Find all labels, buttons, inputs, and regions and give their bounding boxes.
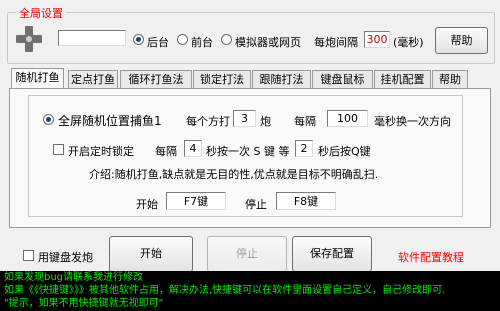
every-input[interactable]: 100 (327, 110, 368, 127)
tutorial-link[interactable]: 软件配置教程 (398, 249, 464, 265)
mode-label-foreground: 前台 (191, 36, 213, 49)
lock-wait-input[interactable]: 2 (295, 140, 313, 157)
timed-lock-label: 开启定时锁定 (68, 145, 134, 158)
info-log-panel: 如果发现bug请联系我进行修改 如果《《快捷键》》》被其他软件占用，解决办法,快… (0, 271, 500, 311)
tab-random-fishing[interactable]: 随机打鱼 (11, 68, 64, 89)
every-label: 每隔 (294, 115, 316, 128)
save-config-button[interactable]: 保存配置 (292, 236, 372, 272)
per-aim-label: 每个方打 (186, 115, 230, 128)
timed-lock-checkbox[interactable] (53, 144, 64, 155)
start-hotkey-label: 开始 (136, 198, 158, 211)
help-button[interactable]: 帮助 (435, 27, 488, 54)
interval-label: 每炮间隔 (314, 36, 358, 49)
fullscreen-random-label: 全屏随机位置捕鱼1 (58, 114, 162, 128)
log-line-3: "提示，如果不用快捷键就无视即可" (4, 298, 164, 309)
mode-label-background: 后台 (147, 36, 169, 49)
lock-every-input[interactable]: 4 (184, 140, 202, 157)
dpad-icon (16, 26, 42, 52)
keyboard-fire-checkbox[interactable] (23, 250, 34, 261)
hotkey-input[interactable] (58, 30, 126, 46)
log-line-1: 如果发现bug请联系我进行修改 (4, 272, 144, 283)
interval-unit: (毫秒) (393, 36, 424, 49)
stop-hotkey-label: 停止 (245, 198, 267, 211)
mode-radio-emulator[interactable] (221, 34, 232, 45)
intro-text: 介绍:随机打鱼,缺点就是无目的性,优点就是目标不明确乱扫. (89, 168, 379, 181)
mode-radio-background[interactable] (133, 34, 144, 45)
global-settings-title: 全局设置 (16, 5, 66, 21)
keyboard-fire-label: 用键盘发炮 (38, 251, 93, 264)
stop-hotkey-input[interactable]: F8键 (276, 192, 336, 210)
tab-follow-play[interactable]: 跟随打法 (252, 70, 311, 88)
stop-button[interactable]: 停止 (207, 236, 287, 272)
shots-unit: 炮 (260, 115, 271, 128)
mode-label-emulator: 模拟器或网页 (235, 36, 301, 49)
tab-keyboard-mouse[interactable]: 键盘鼠标 (312, 70, 373, 88)
interval-input[interactable]: 300 (364, 31, 390, 48)
tab-lock-play[interactable]: 锁定打法 (193, 70, 251, 88)
start-button[interactable]: 开始 (109, 236, 193, 272)
tab-fixed-point[interactable]: 定点打鱼 (68, 70, 118, 88)
per-aim-input[interactable]: 3 (233, 110, 256, 127)
tab-help[interactable]: 帮助 (432, 70, 468, 88)
log-line-2: 如果《《快捷键》》》被其他软件占用，解决办法,快捷键可以在软件里面设置自己定义，… (4, 285, 446, 296)
tab-loop-fishing[interactable]: 循环打鱼法 (120, 70, 192, 88)
lock-press-label: 秒按一次 S 键 等 (206, 145, 290, 158)
lock-every-label: 每隔 (155, 145, 177, 158)
start-hotkey-input[interactable]: F7键 (166, 192, 226, 210)
lock-after-label: 秒后按Q键 (318, 145, 371, 158)
fullscreen-random-radio[interactable] (43, 114, 54, 125)
mode-radio-foreground[interactable] (177, 34, 188, 45)
direction-label: 毫秒换一次方向 (374, 115, 451, 128)
tab-idle-config[interactable]: 挂机配置 (374, 70, 431, 88)
